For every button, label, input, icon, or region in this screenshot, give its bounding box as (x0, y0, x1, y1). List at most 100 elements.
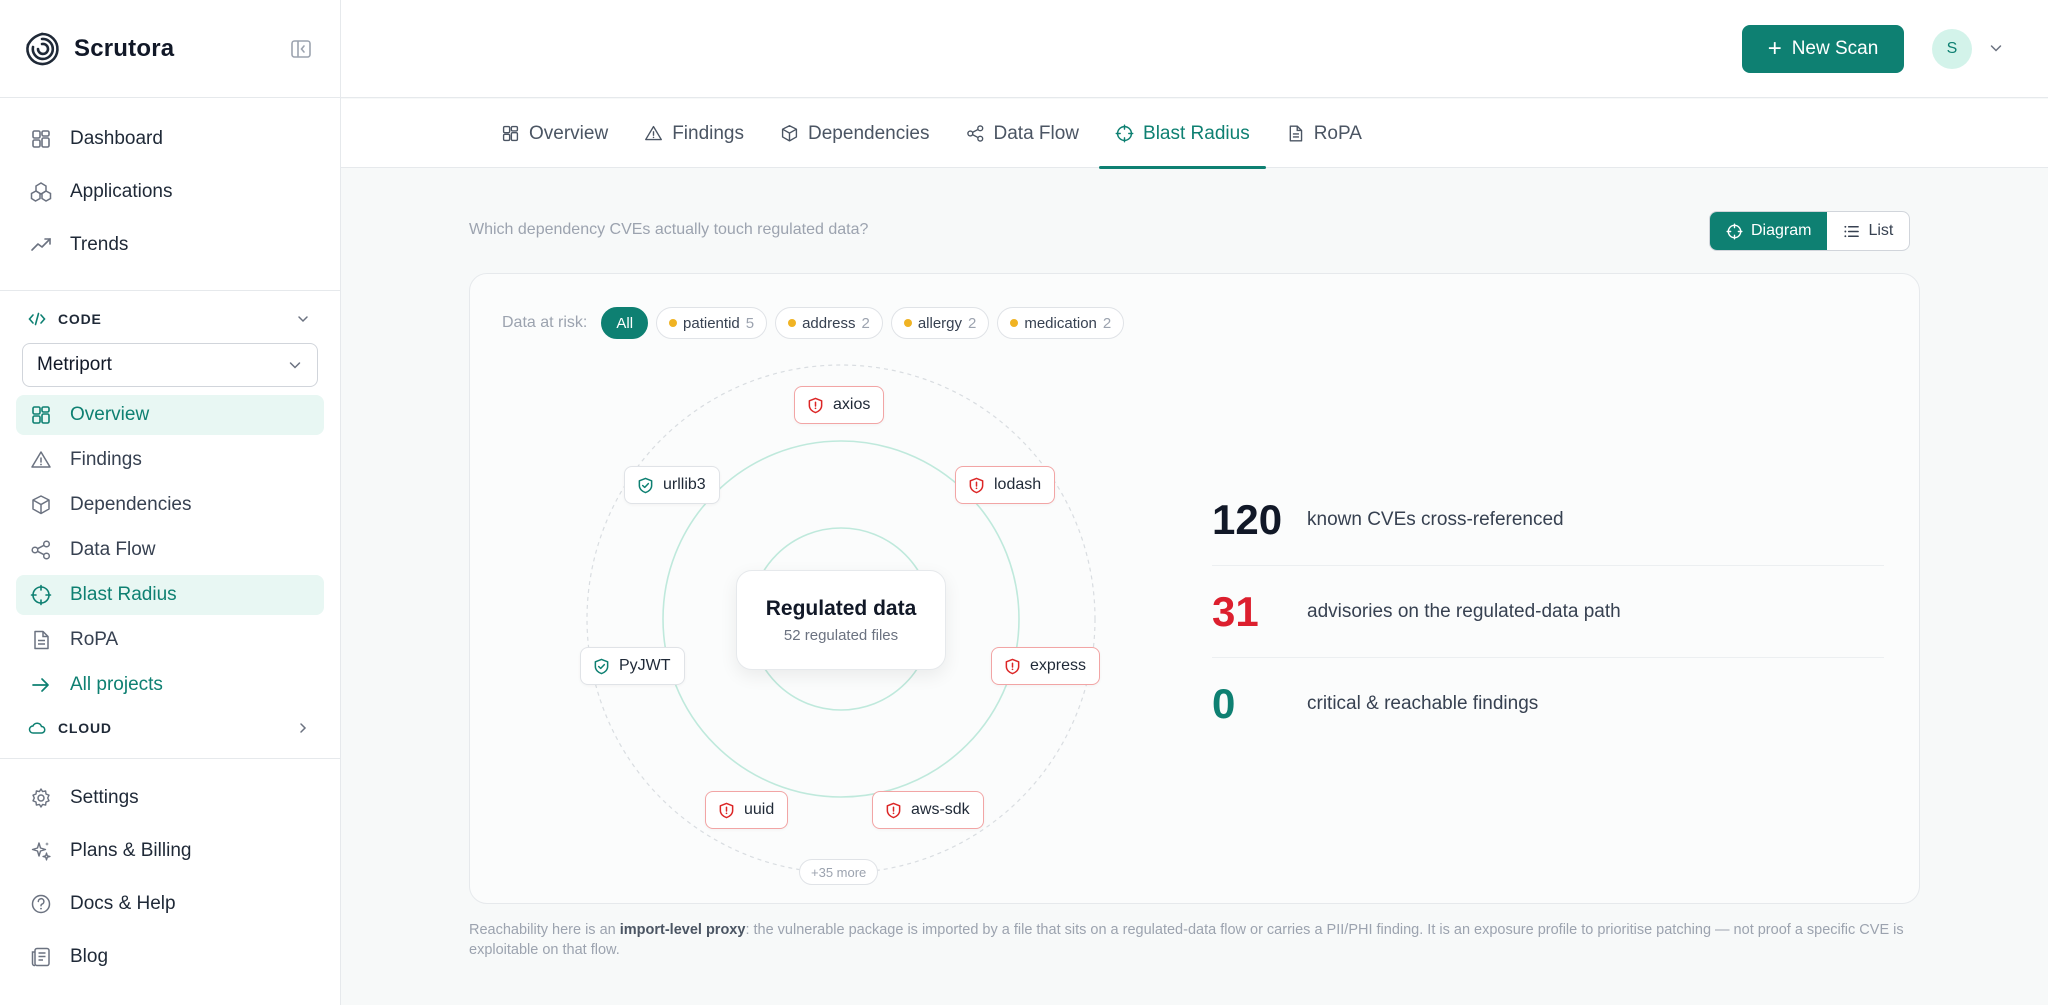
plus-icon: + (1767, 35, 1782, 62)
cloud-section-label: CLOUD (58, 720, 112, 736)
all-projects-link[interactable]: All projects (16, 665, 324, 705)
tab-label: Dependencies (808, 122, 930, 144)
stat-value: 31 (1212, 587, 1259, 635)
overview-icon (32, 406, 50, 424)
findings-icon (645, 125, 663, 141)
tab-label: Findings (672, 122, 745, 144)
avatar[interactable]: S (1932, 29, 1972, 69)
shield-alert-icon (719, 802, 734, 818)
package-node-urllib3[interactable]: urllib3 (624, 466, 720, 504)
tab-label: RoPA (1313, 122, 1362, 144)
shield-check-icon (594, 658, 609, 674)
help-icon (31, 894, 51, 914)
sidebar-item-dashboard[interactable]: Dashboard (16, 116, 324, 162)
package-node-aws-sdk[interactable]: aws-sdk (872, 791, 984, 829)
project-select-value: Metriport (37, 354, 112, 375)
tab-dependencies[interactable]: Dependencies (764, 99, 945, 168)
sidebar-item-blast-radius[interactable]: Blast Radius (16, 575, 324, 615)
blast-radius-card: Data at risk: All patientid 5 address 2 … (469, 273, 1920, 904)
blast-radius-stats: 120 known CVEs cross-referenced 31 advis… (1212, 474, 1884, 750)
dependencies-icon (781, 125, 798, 142)
blast-radius-diagram: Regulated data 52 regulated files axios … (470, 274, 1170, 905)
code-section-header[interactable]: CODE (0, 301, 340, 337)
shield-alert-icon (969, 477, 984, 493)
diagram-view-button[interactable]: Diagram (1710, 212, 1828, 250)
sidebar-item-label: Docs & Help (70, 893, 176, 914)
sidebar-collapse-icon[interactable] (290, 38, 312, 60)
shield-check-icon (638, 477, 653, 493)
sidebar-item-dependencies[interactable]: Dependencies (16, 485, 324, 525)
footnote-text-start: Reachability here is an (469, 922, 620, 938)
project-tabs: Overview Findings Dependencies Data Flow… (341, 99, 2048, 169)
stat-label: critical & reachable findings (1307, 693, 1539, 714)
data-flow-icon (31, 540, 51, 560)
stat-value: 120 (1212, 495, 1283, 543)
tab-overview[interactable]: Overview (485, 99, 624, 168)
stat-critical-reachable: 0 critical & reachable findings (1212, 658, 1884, 750)
blog-icon (31, 947, 50, 967)
sidebar-item-blog[interactable]: Blog (16, 934, 324, 980)
footnote-emphasis: import-level proxy (619, 922, 746, 938)
tab-data-flow[interactable]: Data Flow (950, 99, 1096, 168)
stat-label: known CVEs cross-referenced (1307, 508, 1564, 530)
sidebar-item-plans-billing[interactable]: Plans & Billing (16, 828, 324, 874)
data-flow-icon (966, 125, 983, 142)
shield-alert-icon (886, 802, 901, 818)
diagram-view-label: Diagram (1751, 222, 1812, 239)
sidebar-item-label: Dashboard (70, 128, 163, 149)
overview-icon (502, 125, 519, 142)
code-section-label: CODE (58, 311, 102, 327)
tab-ropa[interactable]: RoPA (1270, 99, 1378, 168)
sidebar-item-label: Findings (70, 449, 142, 470)
brand-header: Scrutora (0, 0, 340, 98)
more-packages-badge[interactable]: +35 more (799, 859, 879, 885)
sidebar-item-label: Trends (70, 234, 129, 255)
chevron-down-icon[interactable] (1988, 40, 2004, 56)
sidebar-item-overview[interactable]: Overview (16, 395, 324, 435)
list-view-button[interactable]: List (1827, 212, 1909, 250)
package-name: lodash (994, 476, 1042, 493)
sidebar-item-label: Settings (70, 787, 139, 808)
billing-icon (31, 842, 51, 861)
sidebar-item-label: Plans & Billing (70, 840, 192, 861)
sidebar-item-label: Overview (70, 404, 150, 425)
package-node-lodash[interactable]: lodash (955, 466, 1056, 504)
tab-blast-radius[interactable]: Blast Radius (1099, 99, 1266, 169)
new-scan-label: New Scan (1791, 38, 1879, 59)
sidebar-item-findings[interactable]: Findings (16, 440, 324, 480)
sidebar-item-applications[interactable]: Applications (16, 169, 324, 215)
regulated-data-title: Regulated data (765, 596, 917, 620)
settings-icon (32, 788, 50, 808)
sidebar-item-settings[interactable]: Settings (16, 775, 324, 821)
ropa-icon (1289, 125, 1302, 142)
sidebar-item-label: Dependencies (70, 494, 192, 515)
sidebar-divider (0, 758, 340, 759)
package-name: uuid (744, 801, 775, 818)
chevron-right-icon (300, 723, 307, 733)
new-scan-button[interactable]: + New Scan (1742, 25, 1904, 73)
sidebar-item-data-flow[interactable]: Data Flow (16, 530, 324, 570)
project-select[interactable]: Metriport (22, 343, 318, 387)
shield-alert-icon (808, 397, 823, 413)
tab-findings[interactable]: Findings (628, 99, 760, 168)
chevron-down-icon (289, 362, 301, 369)
package-name: aws-sdk (911, 801, 970, 818)
sidebar-item-label: RoPA (70, 629, 119, 650)
blast-radius-icon (30, 584, 52, 606)
list-icon (1844, 225, 1860, 237)
sidebar-item-trends[interactable]: Trends (16, 222, 324, 268)
stat-value: 0 (1212, 680, 1236, 727)
package-name: express (1030, 657, 1087, 674)
package-node-express[interactable]: express (991, 647, 1101, 685)
package-name: urllib3 (663, 476, 706, 493)
view-toggle: Diagram List (1709, 211, 1911, 251)
package-node-uuid[interactable]: uuid (705, 791, 789, 829)
package-node-pyjwt[interactable]: PyJWT (580, 647, 685, 685)
regulated-data-node[interactable]: Regulated data 52 regulated files (736, 570, 946, 670)
package-node-axios[interactable]: axios (794, 386, 885, 424)
blast-radius-icon (1726, 222, 1743, 240)
cloud-section-header[interactable]: CLOUD (0, 710, 340, 746)
sidebar-item-docs-help[interactable]: Docs & Help (16, 881, 324, 927)
scrutora-logo[interactable] (24, 31, 60, 67)
sidebar-item-ropa[interactable]: RoPA (16, 620, 324, 660)
